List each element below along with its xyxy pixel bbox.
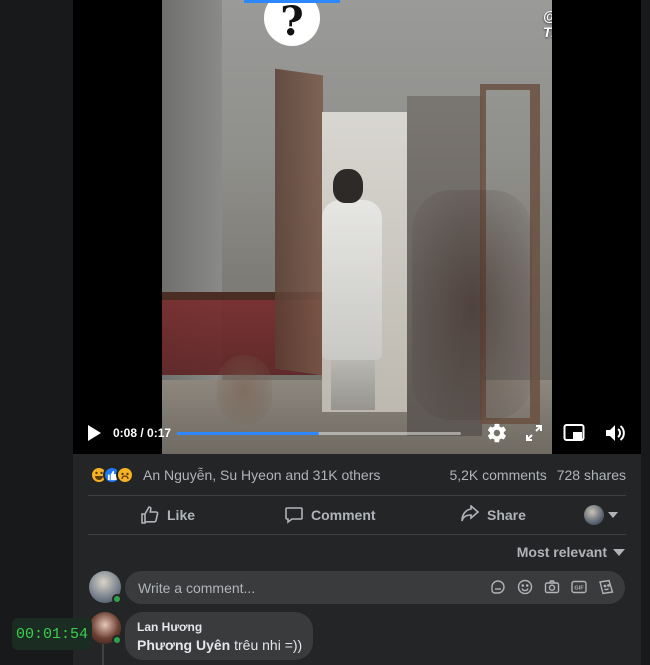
like-label: Like [167,507,196,523]
camera-icon[interactable] [543,578,561,596]
composer-icons: GIF [489,578,615,596]
action-bar: Like Comment Share [88,497,626,533]
video-controls: 0:08 / 0:17 [73,415,641,451]
scrubber-fill [177,432,319,435]
thumbs-up-icon [141,506,159,524]
gif-icon[interactable]: GIF [570,578,588,596]
online-status-dot [112,594,122,604]
comment-sort-dropdown[interactable]: Most relevant [517,544,625,560]
logo-glyph: ? [280,0,304,45]
gear-icon[interactable] [485,421,509,445]
play-icon[interactable] [85,424,103,442]
sticker-icon[interactable] [489,578,507,596]
comment-label: Comment [311,507,376,523]
comment-composer: Write a comment... GIF [89,571,625,605]
comments-count[interactable]: 5,2K comments [449,467,546,483]
volume-icon[interactable] [603,421,629,445]
video-scene-person-head [333,169,363,203]
video-scene-door [275,68,323,376]
emoji-icon[interactable] [516,578,534,596]
share-label: Share [487,507,526,523]
comment-icon [285,507,303,524]
video-frame[interactable]: ? @Bin Tran [162,0,552,454]
avatar [584,505,604,525]
share-button[interactable]: Share [460,497,526,533]
divider [88,495,626,496]
comment-mention[interactable]: Phương Uyên [137,637,230,653]
reaction-names[interactable]: An Nguyễn, Su Hyeon and 31K others [143,467,380,483]
comment-button[interactable]: Comment [284,497,376,533]
top-loading-bar [244,0,340,3]
channel-logo: ? [264,0,320,46]
shares-count[interactable]: 728 shares [557,467,626,483]
comment-placeholder: Write a comment... [138,580,256,596]
comment-body: trêu nhi =)) [230,637,303,653]
video-scrubber[interactable] [177,432,461,435]
timer-overlay: 00:01:54 [12,618,92,650]
comment-input[interactable]: Write a comment... GIF [125,571,625,604]
like-button[interactable]: Like [140,497,195,533]
video-scene-person-body [322,200,382,360]
comment-author[interactable]: Lan Hương [137,620,301,634]
audience-selector[interactable] [584,505,618,525]
caret-down-icon [608,512,618,518]
post-card: ? @Bin Tran 0:08 / 0:17 [73,0,641,665]
sort-label: Most relevant [516,544,607,560]
avatar-sticker-icon[interactable] [597,578,615,596]
video-player[interactable]: ? @Bin Tran 0:08 / 0:17 [73,0,641,454]
fullscreen-icon[interactable] [523,422,545,444]
picture-in-picture-icon[interactable] [562,421,586,445]
caret-down-icon [613,548,625,556]
engagement-counts: 5,2K comments 728 shares [449,467,626,483]
svg-text:GIF: GIF [574,586,584,592]
share-icon [461,505,480,522]
divider [88,534,626,535]
reaction-icons[interactable] [90,466,134,484]
video-scene-ghost [412,190,532,420]
video-time: 0:08 / 0:17 [113,426,172,440]
right-gutter [640,0,650,665]
reactions-summary[interactable]: An Nguyễn, Su Hyeon and 31K others [90,463,380,487]
comment-thread-line [102,644,104,665]
video-watermark: @Bin Tran [543,8,552,40]
left-gutter [0,0,73,665]
comment-bubble: Lan Hương Phương Uyên trêu nhi =)) [125,612,313,660]
online-status-dot [112,635,122,645]
sad-icon [116,466,134,484]
comment-text: Phương Uyên trêu nhi =)) [137,637,303,653]
